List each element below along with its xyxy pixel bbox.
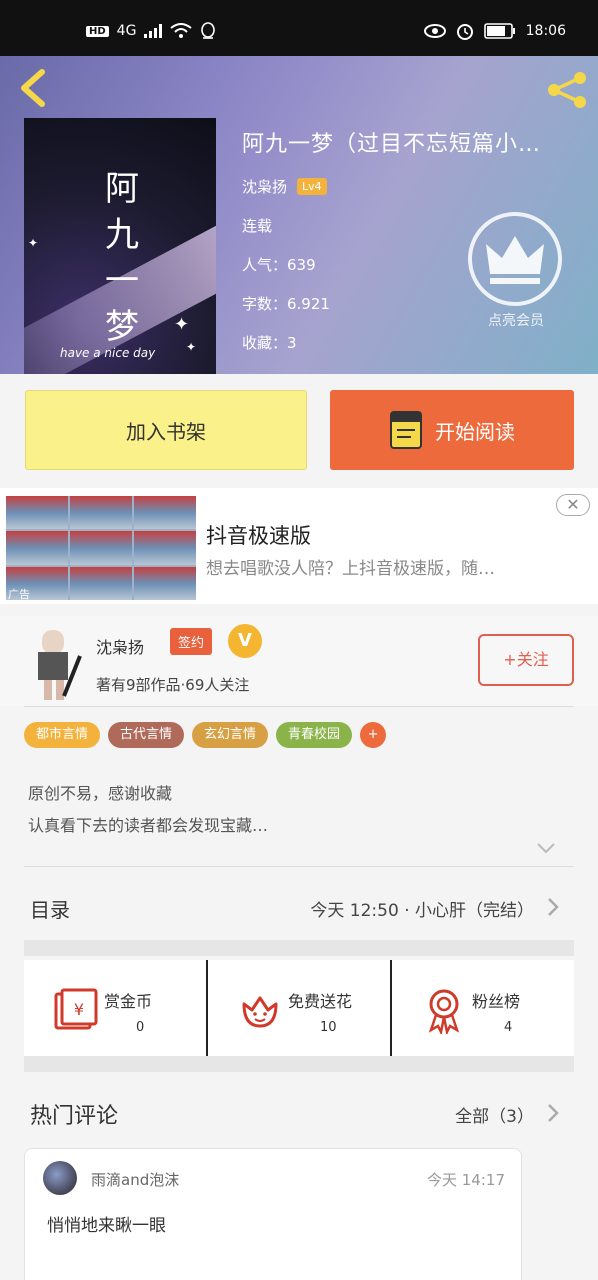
book-icon [390, 411, 422, 449]
gift-count: 4 [504, 1020, 513, 1035]
status-left: HD 4G [86, 22, 216, 40]
qq-icon [201, 22, 216, 39]
gift-label: 粉丝榜 [472, 992, 521, 1011]
sparkle-icon: ✦ [186, 340, 197, 354]
alarm-icon [456, 24, 473, 40]
flower-icon [242, 996, 278, 1028]
eye-icon [423, 24, 446, 38]
book-favorites: 收藏：3 [242, 334, 297, 352]
commenter-name[interactable]: 雨滴and泡沫 [91, 1169, 179, 1190]
catalog-row[interactable]: 目录 今天 12:50 · 小心肝（完结） [0, 876, 598, 936]
medal-icon [428, 989, 460, 1034]
share-icon[interactable] [544, 70, 590, 110]
gift-row: ¥ 赏金币 0 免费送花 10 粉丝榜 4 [24, 960, 574, 1056]
level-badge: Lv4 [297, 178, 327, 195]
vip-badge: V [228, 624, 262, 658]
gift-flowers[interactable]: 免费送花 10 [206, 960, 390, 1056]
gift-fan-ranking[interactable]: 粉丝榜 4 [390, 960, 574, 1056]
tag-ancient-romance[interactable]: 古代言情 [108, 722, 185, 748]
ad-title[interactable]: 抖音极速版 [206, 520, 311, 550]
gift-label: 赏金币 [104, 992, 153, 1011]
author-name[interactable]: 沈枭扬 [96, 634, 144, 658]
network-indicator: 4G [116, 23, 137, 39]
status-right: 18:06 [423, 22, 566, 40]
ad-tag: 广告 [8, 588, 30, 601]
gift-count: 0 [136, 1020, 145, 1035]
tag-campus[interactable]: 青春校园 [276, 722, 353, 748]
comment-time: 今天 14:17 [427, 1171, 505, 1189]
start-reading-button[interactable]: 开始阅读 [330, 390, 574, 470]
ad-image[interactable] [6, 496, 196, 600]
all-comments-link[interactable]: 全部（3） [455, 1102, 534, 1127]
cover-title: 阿九一梦 [105, 169, 139, 347]
comment-text: 悄悄地来瞅一眼 [47, 1216, 166, 1236]
commenter-avatar[interactable] [43, 1161, 77, 1195]
hot-comments-title: 热门评论 [30, 1104, 119, 1129]
latest-chapter: 今天 12:50 · 小心肝（完结） [310, 901, 534, 921]
clock: 18:06 [525, 23, 566, 39]
hd-badge: HD [86, 25, 109, 37]
wifi-icon [170, 23, 193, 38]
tag-list: 都市言情 古代言情 玄幻言情 青春校园 + [24, 722, 387, 748]
ad-close-button[interactable]: ✕ [556, 494, 590, 516]
start-reading-label: 开始阅读 [435, 419, 515, 444]
book-cover[interactable]: 阿九一梦 have a nice day ✦ ✦ ✦ [24, 118, 216, 374]
description-line: 原创不易，感谢收藏 [28, 784, 173, 803]
description-line: 认真看下去的读者都会发现宝藏… [28, 816, 269, 835]
section-separator [24, 1056, 574, 1072]
section-separator [24, 940, 574, 956]
book-author-line: 沈枭扬 Lv4 [242, 176, 592, 197]
status-bar: HD 4G 18:06 [0, 0, 598, 56]
divider [24, 706, 574, 707]
battery-icon [483, 23, 515, 39]
chevron-right-icon[interactable] [546, 1102, 560, 1124]
sparkle-icon: ✦ [28, 236, 39, 250]
add-to-shelf-button[interactable]: 加入书架 [25, 390, 307, 470]
chevron-down-icon[interactable] [536, 842, 556, 854]
gift-count: 10 [320, 1020, 337, 1035]
divider [24, 866, 574, 867]
red-envelope-icon: ¥ [54, 988, 98, 1030]
book-header: 阿九一梦 have a nice day ✦ ✦ ✦ 阿九一梦（过目不忘短篇小…… [0, 56, 598, 374]
ad-description[interactable]: 想去唱歌没人陪？上抖音极速版，随… [206, 554, 546, 579]
crown-icon[interactable] [468, 212, 562, 306]
book-description[interactable]: 原创不易，感谢收藏 认真看下去的读者都会发现宝藏… [28, 778, 268, 842]
signal-icon [144, 24, 163, 38]
comment-card[interactable]: 雨滴and泡沫 今天 14:17 悄悄地来瞅一眼 [24, 1148, 522, 1280]
signed-badge: 签约 [170, 628, 213, 655]
svg-text:¥: ¥ [74, 1000, 84, 1019]
cover-subtitle: have a nice day [60, 346, 156, 360]
author-stats: 著有9部作品·69人关注 [96, 676, 250, 694]
gift-label: 免费送花 [288, 992, 353, 1011]
add-to-shelf-label: 加入书架 [126, 419, 206, 444]
book-author[interactable]: 沈枭扬 [242, 176, 287, 197]
ad-banner[interactable]: 广告 抖音极速版 想去唱歌没人陪？上抖音极速版，随… ✕ [0, 488, 598, 604]
catalog-label: 目录 [30, 898, 70, 922]
chevron-right-icon [548, 898, 559, 916]
sparkle-icon: ✦ [174, 314, 190, 335]
follow-button[interactable]: +关注 [478, 634, 574, 686]
vip-label[interactable]: 点亮会员 [476, 310, 556, 330]
author-avatar[interactable] [24, 626, 84, 702]
add-tag-button[interactable]: + [360, 722, 387, 748]
author-section: 沈枭扬 签约 V 著有9部作品·69人关注 +关注 [0, 616, 598, 706]
back-icon[interactable] [14, 66, 54, 110]
tag-urban-romance[interactable]: 都市言情 [24, 722, 101, 748]
book-title: 阿九一梦（过目不忘短篇小… [242, 132, 542, 157]
tag-fantasy-romance[interactable]: 玄幻言情 [192, 722, 269, 748]
gift-coins[interactable]: ¥ 赏金币 0 [24, 960, 206, 1056]
